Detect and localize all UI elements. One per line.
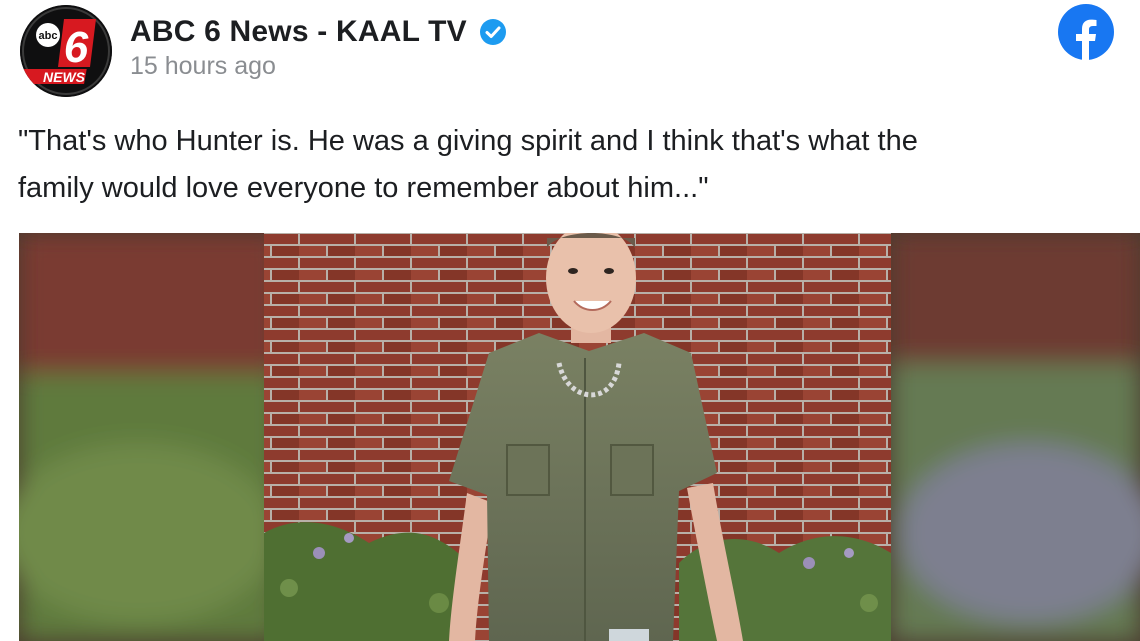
facebook-post: 6 abc NEWS ABC 6 News - KAAL TV 15 hours… — [0, 0, 1140, 641]
logo-number: 6 — [64, 23, 89, 72]
page-name[interactable]: ABC 6 News - KAAL TV — [130, 15, 467, 49]
abc6-news-logo: 6 abc NEWS — [20, 5, 112, 97]
post-timestamp[interactable]: 15 hours ago — [130, 52, 276, 81]
logo-abc-text: abc — [39, 30, 58, 42]
caption-line-1: "That's who Hunter is. He was a giving s… — [18, 125, 918, 157]
post-caption: "That's who Hunter is. He was a giving s… — [18, 118, 1098, 212]
verified-badge-icon — [479, 18, 507, 46]
caption-line-2: family would love everyone to remember a… — [18, 172, 709, 204]
post-photo[interactable] — [19, 233, 1140, 641]
facebook-logo-icon[interactable] — [1058, 4, 1114, 61]
header-name-row: ABC 6 News - KAAL TV — [130, 12, 507, 52]
page-avatar[interactable]: 6 abc NEWS — [20, 5, 112, 97]
photo-image — [19, 233, 1140, 641]
logo-news-text: NEWS — [43, 69, 86, 85]
